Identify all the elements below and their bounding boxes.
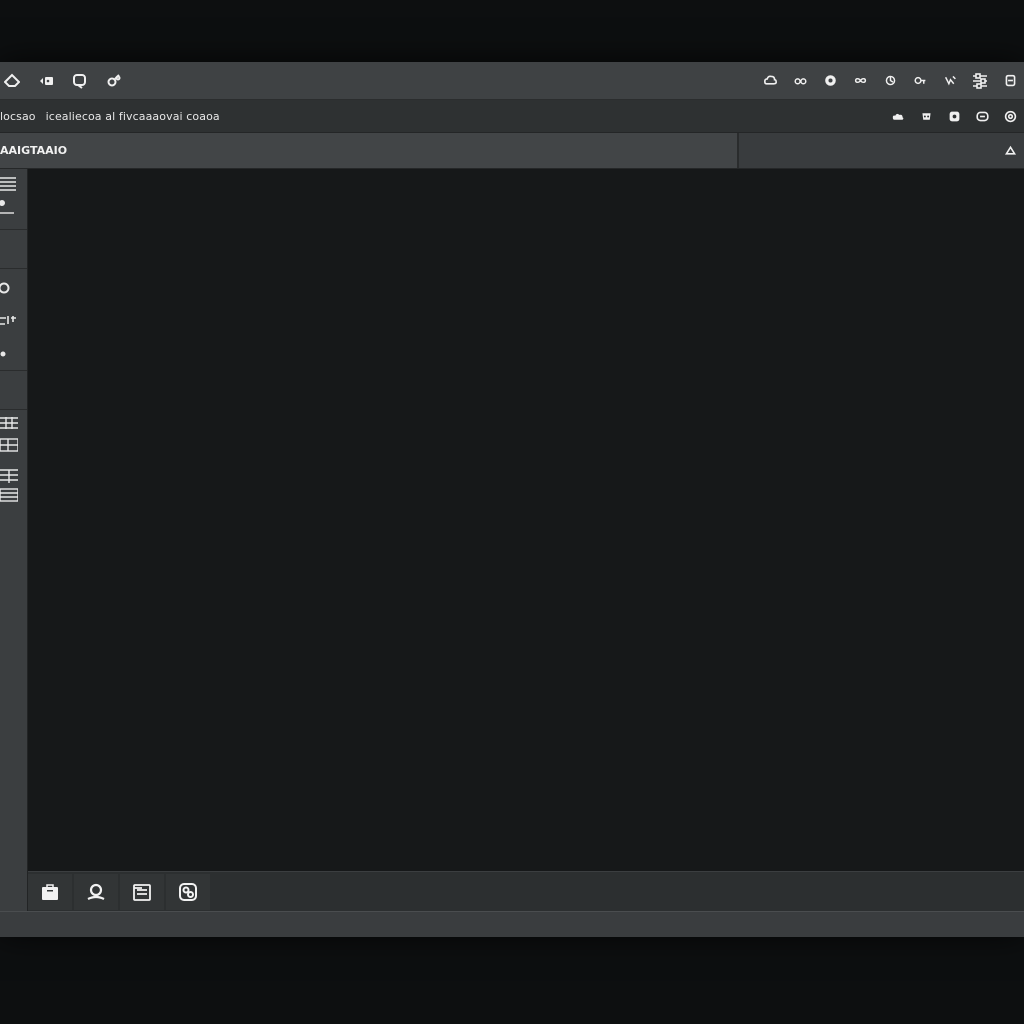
- dock-item-user[interactable]: [74, 873, 118, 910]
- dock-item-gallery[interactable]: [166, 873, 210, 910]
- grid-icon: [0, 177, 16, 191]
- glasses-icon[interactable]: [790, 71, 810, 91]
- path-segment-2[interactable]: icealiecoa al fivcaaaovai coaoa: [46, 110, 220, 123]
- cloud-icon[interactable]: [888, 106, 908, 126]
- key-icon[interactable]: [940, 71, 960, 91]
- infinity-icon[interactable]: [850, 71, 870, 91]
- tag-icon[interactable]: [36, 71, 56, 91]
- sidebar-item-table-list-2[interactable]: [0, 487, 27, 505]
- table-list-icon: [0, 488, 18, 502]
- marker-icon: [0, 351, 6, 357]
- folder-icon: [133, 883, 151, 901]
- path-bar: locsao icealiecoa al fivcaaaovai coaoa: [0, 100, 1024, 133]
- sync-icon[interactable]: [880, 71, 900, 91]
- link-icon[interactable]: [104, 71, 124, 91]
- globe-icon: [0, 282, 10, 294]
- sidebar-divider: [0, 409, 27, 410]
- left-sidebar: [0, 169, 28, 911]
- pin-icon: [0, 200, 14, 214]
- globe-icon[interactable]: [1000, 106, 1020, 126]
- disk-icon[interactable]: [972, 106, 992, 126]
- main-canvas[interactable]: [28, 169, 1024, 871]
- eye-icon[interactable]: [820, 71, 840, 91]
- sidebar-item-table[interactable]: [0, 415, 27, 433]
- sidebar-divider: [0, 370, 27, 371]
- sidebar-item-globe[interactable]: [0, 279, 27, 297]
- document-icon[interactable]: [1000, 71, 1020, 91]
- table-icon: [0, 417, 18, 429]
- bag-icon: [42, 883, 58, 900]
- sidebar-item-pin[interactable]: [0, 199, 27, 217]
- chat-icon[interactable]: [70, 71, 90, 91]
- gallery-icon: [179, 882, 197, 901]
- link-icon[interactable]: [910, 71, 930, 91]
- sidebar-item-settings-list[interactable]: [0, 313, 27, 331]
- table-icon: [0, 438, 18, 452]
- layers-icon[interactable]: [916, 106, 936, 126]
- dock-item-folder[interactable]: [120, 873, 164, 910]
- path-segment-1[interactable]: locsao: [0, 110, 36, 123]
- path-text: locsao icealiecoa al fivcaaaovai coaoa: [0, 110, 220, 123]
- panel-title: AAIGTAAIO: [0, 144, 68, 157]
- top-toolbar: [0, 62, 1024, 100]
- sliders-icon[interactable]: [970, 71, 990, 91]
- sidebar-item-marker[interactable]: [0, 345, 27, 363]
- sidebar-divider: [0, 229, 27, 230]
- cloud-icon[interactable]: [760, 71, 780, 91]
- user-icon: [87, 883, 105, 900]
- cloud-icon[interactable]: [1000, 141, 1020, 161]
- dock-item-bag[interactable]: [28, 873, 72, 910]
- table-list-icon: [0, 469, 18, 483]
- status-bar: [0, 911, 1024, 937]
- sidebar-item-grid[interactable]: [0, 175, 27, 193]
- panel-header: AAIGTAAIO: [0, 133, 1024, 169]
- sidebar-item-table-2[interactable]: [0, 437, 27, 455]
- settings-list-icon: [0, 316, 16, 325]
- save-icon[interactable]: [944, 106, 964, 126]
- bottom-dock: [28, 871, 1024, 911]
- sidebar-divider: [0, 268, 27, 269]
- home-icon[interactable]: [2, 71, 22, 91]
- panel-side-area: [739, 133, 1024, 168]
- panel-tab[interactable]: AAIGTAAIO: [0, 133, 739, 168]
- app-window: locsao icealiecoa al fivcaaaovai coaoa AA…: [0, 62, 1024, 937]
- sidebar-item-table-list[interactable]: [0, 467, 27, 485]
